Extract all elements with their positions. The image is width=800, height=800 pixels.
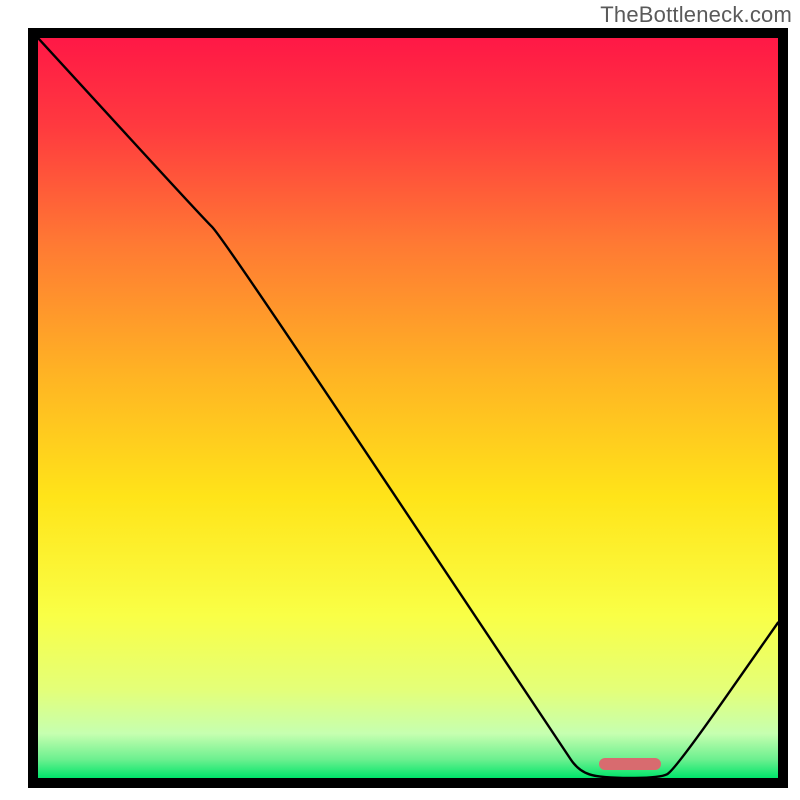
marker-bar (599, 758, 662, 770)
background-rect (38, 38, 778, 778)
watermark-text: TheBottleneck.com (600, 2, 792, 28)
plot-frame (28, 28, 788, 788)
chart-canvas: TheBottleneck.com (0, 0, 800, 800)
plot-area (38, 38, 778, 778)
plot-svg (38, 38, 778, 778)
